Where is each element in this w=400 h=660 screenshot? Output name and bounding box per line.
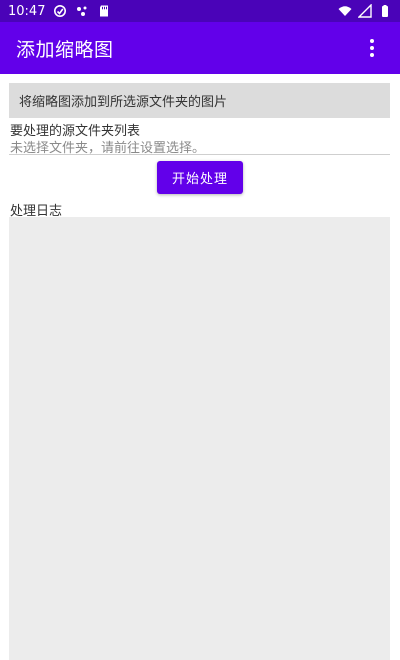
status-left: 10:47 <box>8 4 111 19</box>
info-banner: 将缩略图添加到所选源文件夹的图片 <box>9 83 390 118</box>
divider <box>9 154 390 155</box>
app-bar: 添加缩略图 <box>0 22 400 74</box>
dots-icon <box>77 6 87 16</box>
sd-card-icon <box>100 5 109 17</box>
sync-icon <box>54 5 67 17</box>
status-time: 10:47 <box>8 3 46 19</box>
signal-icon <box>358 4 372 18</box>
wifi-icon <box>338 6 352 16</box>
status-bar: 10:47 <box>0 0 400 22</box>
battery-icon <box>382 5 388 17</box>
more-vert-icon[interactable] <box>360 36 384 60</box>
processing-log-area[interactable] <box>9 217 390 660</box>
status-right <box>338 4 392 18</box>
start-processing-button[interactable]: 开始处理 <box>157 161 243 194</box>
app-title: 添加缩略图 <box>16 38 114 61</box>
